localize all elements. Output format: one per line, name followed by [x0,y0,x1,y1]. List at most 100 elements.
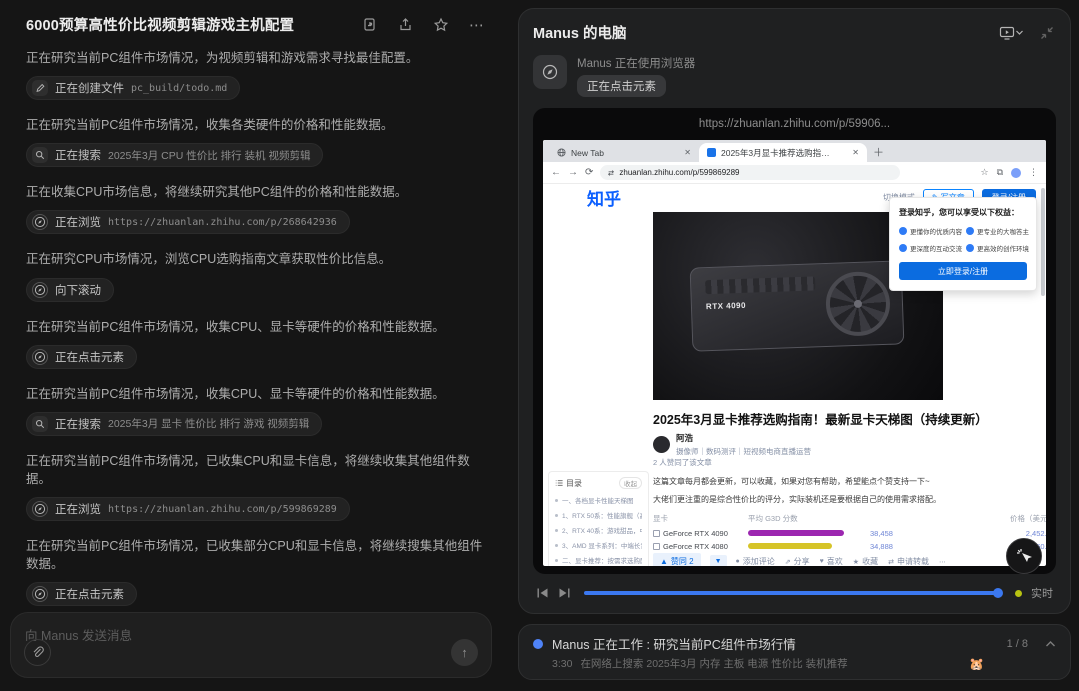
star-icon: ★ [853,558,859,566]
profile-avatar[interactable] [1011,168,1021,178]
toc-item[interactable]: 1、RTX 50系：性能旗舰（高… [555,510,642,520]
bookmark-star-icon[interactable]: ☆ [980,167,988,178]
files-icon[interactable] [360,16,378,34]
browser-menu-icon[interactable]: ⋮ [1029,167,1038,178]
tool-call-pill[interactable]: 正在浏览https://zhuanlan.zhihu.com/p/2686429… [26,210,350,234]
playback-bar: 实时 [533,585,1056,601]
browser-icon [32,282,48,298]
star-icon[interactable] [432,16,450,34]
login-benefit-item: 更专业的大咖答主 [966,226,1029,236]
site-info-icon [607,169,615,177]
page-scrollbar[interactable] [1041,188,1045,296]
gpu-price[interactable]: 2,452.96 [926,529,1046,538]
toc-title: 目录 [566,478,582,489]
message-composer[interactable]: 向 Manus 发送消息 ↑ [10,612,492,678]
checkbox-icon[interactable] [653,543,660,550]
computer-column: Manus 的电脑 [518,0,1079,691]
omnibox[interactable]: zhuanlan.zhihu.com/p/599869289 [600,165,900,180]
toc-item[interactable]: 2、RTX 40系：游戏甜品，中… [555,525,642,535]
downvote-button[interactable]: ▼ [710,555,727,566]
benefit-icon [966,244,974,252]
extensions-icon[interactable]: ⧉ [997,167,1003,178]
close-tab-icon[interactable]: ✕ [684,148,691,157]
tool-detail: https://zhuanlan.zhihu.com/p/268642936 [108,217,337,228]
browser-icon [32,349,48,365]
chat-header: 6000预算高性价比视频剪辑游戏主机配置 ⋯ [26,14,492,35]
toc-item[interactable]: 一、各档显卡性能天梯图 [555,495,642,505]
action-repost[interactable]: ⇄申请转载 [888,556,929,566]
timeline-slider[interactable] [584,591,1002,595]
toc-collapse-button[interactable]: 收起 [619,477,642,489]
tool-call-pill[interactable]: 正在浏览https://zhuanlan.zhihu.com/p/5998692… [26,497,350,521]
action-star[interactable]: ★收藏 [853,556,878,566]
skip-to-start-icon[interactable] [536,587,549,599]
tab-new-tab[interactable]: New Tab ✕ [549,143,699,162]
action-share[interactable]: ⇗分享 [785,556,810,566]
computer-panel: Manus 的电脑 [518,8,1071,614]
login-benefit-item: 更懂你的优质内容 [899,226,962,236]
bullet-dot [555,559,558,562]
send-arrow-icon: ↑ [461,645,468,660]
tool-label: 正在创建文件 [55,80,124,96]
cursor-spark-icon [1016,548,1032,564]
browser-icon [32,214,48,230]
close-tab-icon[interactable]: ✕ [852,148,859,157]
click-indicator [1006,538,1042,574]
page-favicon [707,148,716,157]
benefit-icon [966,227,974,235]
tool-call-pill[interactable]: 正在创建文件pc_build/todo.md [26,76,240,100]
login-benefit-item: 更深度的互动交流 [899,243,962,253]
forward-icon[interactable]: → [568,167,578,178]
collapse-panel-icon[interactable] [1038,24,1056,42]
display-selector[interactable] [999,24,1024,42]
author-name[interactable]: 阿浩 [676,432,811,444]
new-tab-button[interactable]: ＋ [873,144,884,162]
tool-call-pill[interactable]: 正在搜索2025年3月 CPU 性价比 排行 装机 视频剪辑 [26,143,323,167]
task-status-card[interactable]: Manus 正在工作 : 研究当前PC组件市场行情 1 / 8 3:30 在网络… [518,624,1071,680]
chevron-down-icon [1015,28,1024,37]
share-icon[interactable] [396,16,414,34]
tool-call-pill[interactable]: 向下滚动 [26,278,114,302]
login-popover: 登录知乎，您可以享受以下权益： 更懂你的优质内容更专业的大咖答主更深度的互动交流… [889,197,1037,291]
checkbox-icon[interactable] [653,530,660,537]
toc-item[interactable]: 二、显卡推荐：按需求选购配置 [555,555,642,565]
tool-call-pill[interactable]: 正在搜索2025年3月 显卡 性价比 排行 游戏 视频剪辑 [26,412,322,436]
timeline-knob[interactable] [993,588,1003,598]
gpu-fan [825,271,891,337]
feed-status-text: 正在研究当前PC组件市场情况，已收集部分CPU和显卡信息，将继续搜集其他组件数据… [26,537,492,573]
tool-call-pill[interactable]: 正在点击元素 [26,345,137,369]
login-benefit-item: 更高效的创作环境 [966,243,1029,253]
gpu-score[interactable]: 38,458 [870,529,926,538]
live-label: 实时 [1031,585,1053,601]
feed-status-text: 正在研究当前PC组件市场情况，为视频剪辑和游戏需求寻找最佳配置。 [26,49,492,67]
more-icon: ⋯ [939,558,946,566]
chevron-up-icon[interactable] [1045,640,1056,648]
author-avatar[interactable] [653,436,670,453]
attach-button[interactable] [24,639,51,666]
tool-label: 正在点击元素 [55,349,124,365]
feed-status-text: 正在研究CPU市场情况，浏览CPU选购指南文章获取性价比信息。 [26,250,492,268]
live-status-dot [1015,590,1022,597]
browser-icon [32,586,48,602]
computer-panel-title: Manus 的电脑 [533,22,999,43]
login-cta-button[interactable]: 立即登录/注册 [899,262,1027,280]
more-icon[interactable]: ⋯ [468,16,486,34]
zhihu-logo[interactable]: 知乎 [587,185,621,210]
skip-to-end-icon[interactable] [558,587,571,599]
action-comment[interactable]: ●添加评论 [736,556,775,566]
action-heart[interactable]: ♥喜欢 [820,556,843,566]
upvote-button[interactable]: ▲ 赞同 2 [653,553,701,566]
browser-app-icon [533,55,567,89]
tool-call-pill[interactable]: 正在点击元素 [26,582,137,606]
send-button[interactable]: ↑ [451,639,478,666]
more-icon[interactable]: ⋯ [939,558,946,566]
feed-status-text: 正在研究当前PC组件市场情况，收集各类硬件的价格和性能数据。 [26,116,492,134]
back-icon[interactable]: ← [551,167,561,178]
gpu-score[interactable]: 34,888 [870,542,926,551]
browser-screenshot: New Tab ✕ 2025年3月显卡推荐选购指… ✕ ＋ ← → [543,140,1046,566]
tab-article[interactable]: 2025年3月显卡推荐选购指… ✕ [699,143,867,162]
tab-strip: New Tab ✕ 2025年3月显卡推荐选购指… ✕ ＋ [543,140,1046,162]
reload-icon[interactable]: ⟳ [585,167,593,178]
tool-detail: 2025年3月 CPU 性价比 排行 装机 视频剪辑 [108,148,310,163]
toc-item[interactable]: 3、AMD 显卡系列：中端长青… [555,540,642,550]
